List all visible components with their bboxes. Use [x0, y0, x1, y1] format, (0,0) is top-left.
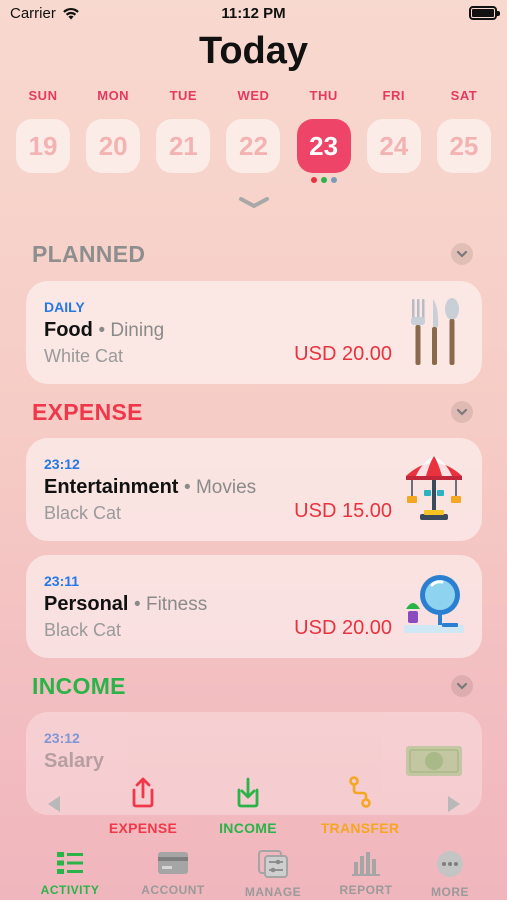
transaction-category: • Dining — [98, 320, 165, 341]
tab-bar: ACTIVITY ACCOUNT MANAGE REPORT MORE — [0, 846, 507, 900]
transfer-icon — [349, 776, 371, 808]
transaction-name: Personal • Fitness — [44, 593, 208, 615]
transaction-time: 23:11 — [44, 573, 80, 589]
transaction-category: • Fitness — [134, 594, 208, 615]
page-title: Today — [198, 30, 309, 72]
expense-dot — [310, 177, 317, 183]
transaction-time: 23:12 — [44, 456, 80, 472]
transaction-account: Black Cat — [44, 620, 122, 640]
week-strip: SUN 19 MON 20 TUE 21 WED 22 THU 23 FRI 2… — [8, 88, 499, 183]
day-sat[interactable]: SAT 25 — [429, 88, 499, 183]
activity-dots — [310, 177, 337, 183]
bar-chart-icon — [352, 852, 380, 876]
expense-action-label: EXPENSE — [108, 820, 178, 836]
tab-report[interactable]: REPORT — [321, 850, 411, 897]
expand-calendar-chevron-icon[interactable] — [238, 196, 270, 210]
cutlery-icon — [411, 298, 459, 365]
day-name: SAT — [450, 88, 478, 103]
day-name: SUN — [28, 88, 58, 103]
income-dot — [320, 177, 327, 183]
day-number[interactable]: 23 — [296, 119, 351, 173]
day-number[interactable]: 22 — [226, 119, 281, 173]
transaction-time: 23:12 — [44, 730, 80, 746]
list-icon — [57, 852, 83, 874]
mirror-icon — [404, 575, 464, 633]
tab-label: ACTIVITY — [40, 883, 100, 897]
status-bar: Carrier 11:12 PM — [0, 0, 507, 28]
day-thu-selected[interactable]: THU 23 — [289, 88, 359, 183]
section-title-planned: PLANNED — [32, 241, 146, 267]
day-number[interactable]: 19 — [16, 119, 70, 173]
transfer-action-label: TRANSFER — [320, 820, 400, 836]
tab-label: MANAGE — [244, 885, 302, 899]
recurrence-label: DAILY — [44, 299, 85, 315]
expense-card-personal[interactable]: 23:11 Personal • Fitness Black Cat USD 2… — [26, 555, 482, 658]
transaction-name: Food • Dining — [44, 319, 165, 341]
day-name: TUE — [169, 88, 198, 103]
day-name: THU — [309, 88, 338, 103]
section-title-expense: EXPENSE — [32, 399, 143, 425]
tab-label: REPORT — [339, 883, 393, 897]
transaction-name: Salary — [44, 750, 105, 772]
card-icon — [158, 852, 188, 874]
day-name: FRI — [382, 88, 405, 103]
quick-action-bar: EXPENSE INCOME TRANSFER — [0, 776, 507, 840]
day-wed[interactable]: WED 22 — [218, 88, 288, 183]
transaction-account: Black Cat — [44, 503, 122, 523]
planned-card-food[interactable]: DAILY Food • Dining White Cat USD 20.00 — [26, 281, 482, 384]
tab-more[interactable]: MORE — [405, 850, 495, 899]
more-icon — [437, 851, 463, 877]
transfer-dot — [330, 177, 337, 183]
tab-account[interactable]: ACCOUNT — [128, 850, 218, 897]
battery-icon — [469, 6, 500, 20]
day-mon[interactable]: MON 20 — [78, 88, 148, 183]
expense-card-entertainment[interactable]: 23:12 Entertainment • Movies Black Cat U… — [26, 438, 482, 541]
upload-icon — [132, 777, 154, 808]
day-number[interactable]: 21 — [156, 119, 211, 173]
download-icon — [237, 777, 259, 808]
carousel-icon — [406, 456, 462, 520]
day-sun[interactable]: SUN 19 — [8, 88, 78, 183]
next-day-arrow-icon[interactable] — [444, 794, 464, 814]
clock: 11:12 PM — [221, 5, 286, 22]
add-income-button[interactable]: INCOME — [198, 776, 298, 836]
transaction-category: • Movies — [184, 477, 257, 498]
previous-day-arrow-icon[interactable] — [44, 794, 64, 814]
day-tue[interactable]: TUE 21 — [148, 88, 218, 183]
add-expense-button[interactable]: EXPENSE — [93, 776, 193, 836]
day-number[interactable]: 24 — [366, 119, 421, 173]
transaction-account: White Cat — [44, 346, 124, 366]
transaction-amount: USD 15.00 — [294, 500, 392, 522]
day-fri[interactable]: FRI 24 — [359, 88, 429, 183]
transaction-name: Entertainment • Movies — [44, 476, 257, 498]
sliders-icon — [258, 850, 288, 878]
transaction-amount: USD 20.00 — [294, 617, 392, 639]
day-number[interactable]: 20 — [86, 119, 141, 173]
section-title-income: INCOME — [32, 673, 126, 699]
tab-manage[interactable]: MANAGE — [228, 850, 318, 899]
collapse-income-chevron-icon[interactable] — [451, 675, 473, 697]
tab-label: ACCOUNT — [141, 883, 205, 897]
transaction-amount: USD 20.00 — [294, 343, 392, 365]
collapse-planned-chevron-icon[interactable] — [451, 243, 473, 265]
tab-label: MORE — [431, 885, 469, 899]
day-number[interactable]: 25 — [436, 119, 491, 173]
collapse-expense-chevron-icon[interactable] — [451, 401, 473, 423]
tab-activity[interactable]: ACTIVITY — [25, 850, 115, 897]
income-action-label: INCOME — [219, 820, 277, 836]
add-transfer-button[interactable]: TRANSFER — [310, 776, 410, 836]
day-name: WED — [237, 88, 270, 103]
day-name: MON — [97, 88, 130, 103]
